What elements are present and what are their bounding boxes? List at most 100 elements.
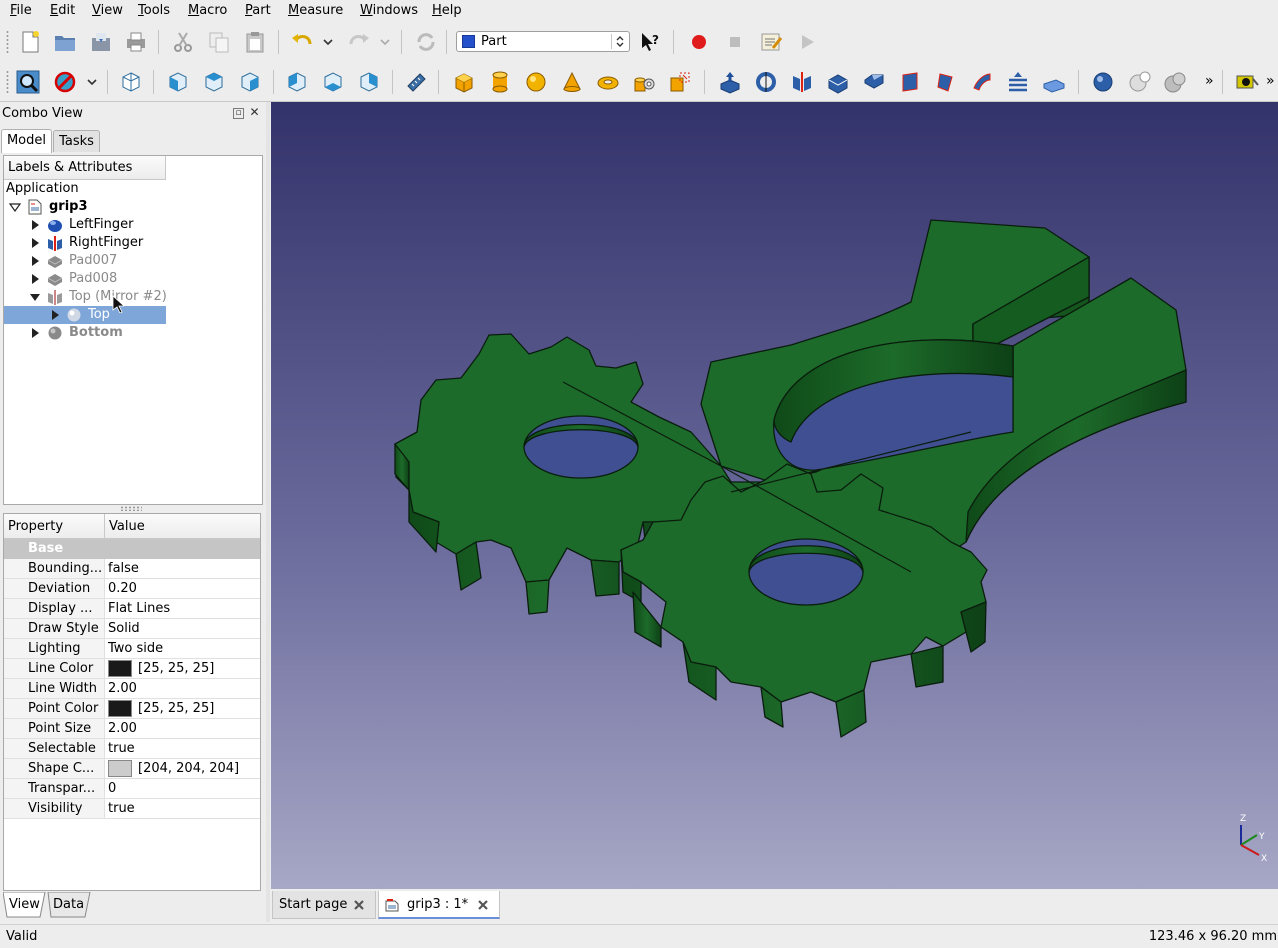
- tab-view[interactable]: View: [9, 897, 40, 912]
- fillet-icon[interactable]: [826, 70, 850, 94]
- tree-item-pad007[interactable]: Pad007: [4, 252, 260, 270]
- menu-measure[interactable]: Measure: [288, 2, 343, 20]
- chevron-down-icon[interactable]: [86, 76, 98, 88]
- left-view-icon[interactable]: [357, 70, 381, 94]
- right-view-icon[interactable]: [238, 70, 262, 94]
- value-column-header[interactable]: Value: [105, 514, 260, 539]
- expand-arrow-icon[interactable]: [32, 256, 39, 266]
- property-row[interactable]: Shape C... [204, 204, 204]: [4, 759, 260, 779]
- open-icon[interactable]: [53, 30, 77, 54]
- copy-icon[interactable]: [207, 30, 231, 54]
- tab-tasks[interactable]: Tasks: [53, 130, 100, 152]
- chevron-down-icon[interactable]: [379, 36, 391, 48]
- front-view-icon[interactable]: [166, 70, 190, 94]
- loft-icon[interactable]: [970, 70, 994, 94]
- edit-macro-icon[interactable]: [759, 30, 783, 54]
- property-value[interactable]: Solid: [108, 619, 140, 638]
- draw-style-icon[interactable]: [53, 70, 77, 94]
- ruled-surface-icon[interactable]: [934, 70, 958, 94]
- tree-item-document[interactable]: grip3: [4, 198, 260, 216]
- chevron-down-icon[interactable]: [322, 36, 334, 48]
- property-row[interactable]: Lighting Two side: [4, 639, 260, 659]
- dock-splitter[interactable]: [266, 102, 270, 922]
- stop-macro-icon[interactable]: [723, 30, 747, 54]
- primitives-icon[interactable]: [668, 70, 692, 94]
- property-row[interactable]: Bounding... false: [4, 559, 260, 579]
- toolbar-grip[interactable]: [6, 70, 9, 94]
- property-row[interactable]: Visibility true: [4, 799, 260, 819]
- tree-item-top-mirror[interactable]: Top (Mirror #2): [4, 288, 260, 306]
- color-swatch[interactable]: [108, 700, 132, 717]
- print-icon[interactable]: [124, 30, 148, 54]
- property-value[interactable]: 2.00: [108, 679, 137, 698]
- property-value[interactable]: [25, 25, 25]: [138, 659, 214, 678]
- torus-icon[interactable]: [596, 70, 620, 94]
- cylinder-icon[interactable]: [488, 70, 512, 94]
- tab-grip3[interactable]: grip3 : 1*: [378, 891, 500, 919]
- property-row[interactable]: Draw Style Solid: [4, 619, 260, 639]
- overflow2-icon[interactable]: »: [1266, 73, 1275, 89]
- measure-icon[interactable]: [404, 70, 428, 94]
- bottom-view-icon[interactable]: [321, 70, 345, 94]
- tree-item-pad008[interactable]: Pad008: [4, 270, 260, 288]
- menu-file[interactable]: File: [10, 2, 32, 20]
- whats-this-icon[interactable]: ?: [638, 30, 662, 54]
- property-column-header[interactable]: Property: [4, 514, 105, 539]
- tab-start-page[interactable]: Start page: [272, 891, 376, 919]
- rear-view-icon[interactable]: [285, 70, 309, 94]
- property-value[interactable]: Flat Lines: [108, 599, 170, 618]
- property-row[interactable]: Line Width 2.00: [4, 679, 260, 699]
- tree-item-bottom[interactable]: Bottom: [4, 324, 260, 342]
- menu-part[interactable]: Part: [245, 2, 271, 20]
- axonometric-icon[interactable]: [119, 70, 143, 94]
- 3d-viewport[interactable]: Z Y X: [271, 102, 1278, 889]
- tree-item-leftfinger[interactable]: LeftFinger: [4, 216, 260, 234]
- float-icon[interactable]: ▫: [233, 108, 244, 119]
- redo-icon[interactable]: [347, 30, 371, 54]
- property-value[interactable]: true: [108, 799, 135, 818]
- property-row[interactable]: Point Color [25, 25, 25]: [4, 699, 260, 719]
- workbench-select[interactable]: Part: [456, 31, 630, 52]
- overflow-icon[interactable]: »: [1205, 73, 1214, 89]
- expand-arrow-icon[interactable]: [52, 310, 59, 320]
- cut-icon[interactable]: [1127, 70, 1151, 94]
- check-geometry-icon[interactable]: [1235, 70, 1259, 94]
- menu-macro[interactable]: Macro: [188, 2, 227, 20]
- property-group-base[interactable]: Base: [4, 539, 260, 559]
- record-macro-icon[interactable]: [687, 30, 711, 54]
- tree-column-header[interactable]: Labels & Attributes: [4, 156, 166, 180]
- property-value[interactable]: Two side: [108, 639, 163, 658]
- cone-icon[interactable]: [560, 70, 584, 94]
- box-icon[interactable]: [452, 70, 476, 94]
- tree-item-rightfinger[interactable]: RightFinger: [4, 234, 260, 252]
- property-row[interactable]: Transpar... 0: [4, 779, 260, 799]
- save-icon[interactable]: [89, 30, 113, 54]
- expand-arrow-icon[interactable]: [32, 238, 39, 248]
- chamfer-icon[interactable]: [862, 70, 886, 94]
- expand-arrow-icon[interactable]: [32, 274, 39, 284]
- menu-view[interactable]: View: [92, 2, 123, 20]
- boolean-icon[interactable]: [1091, 70, 1115, 94]
- property-value[interactable]: [204, 204, 204]: [138, 759, 239, 778]
- menu-help[interactable]: Help: [432, 2, 462, 20]
- property-value[interactable]: [25, 25, 25]: [138, 699, 214, 718]
- close-icon[interactable]: [477, 899, 489, 911]
- property-row[interactable]: Deviation 0.20: [4, 579, 260, 599]
- tab-data[interactable]: Data: [53, 897, 84, 912]
- property-row[interactable]: Selectable true: [4, 739, 260, 759]
- menu-windows[interactable]: Windows: [360, 2, 418, 20]
- property-row[interactable]: Point Size 2.00: [4, 719, 260, 739]
- make-face-icon[interactable]: [898, 70, 922, 94]
- new-icon[interactable]: [18, 30, 42, 54]
- property-value[interactable]: false: [108, 559, 139, 578]
- sweep-icon[interactable]: [1006, 70, 1030, 94]
- property-value[interactable]: true: [108, 739, 135, 758]
- revolve-icon[interactable]: [754, 70, 778, 94]
- section-icon[interactable]: [1042, 70, 1066, 94]
- toolbar-grip[interactable]: [6, 30, 9, 54]
- splitter-handle[interactable]: [120, 506, 142, 511]
- color-swatch[interactable]: [108, 760, 132, 777]
- tree-item-top[interactable]: Top: [4, 306, 166, 324]
- menu-tools[interactable]: Tools: [138, 2, 170, 20]
- menu-edit[interactable]: Edit: [50, 2, 75, 20]
